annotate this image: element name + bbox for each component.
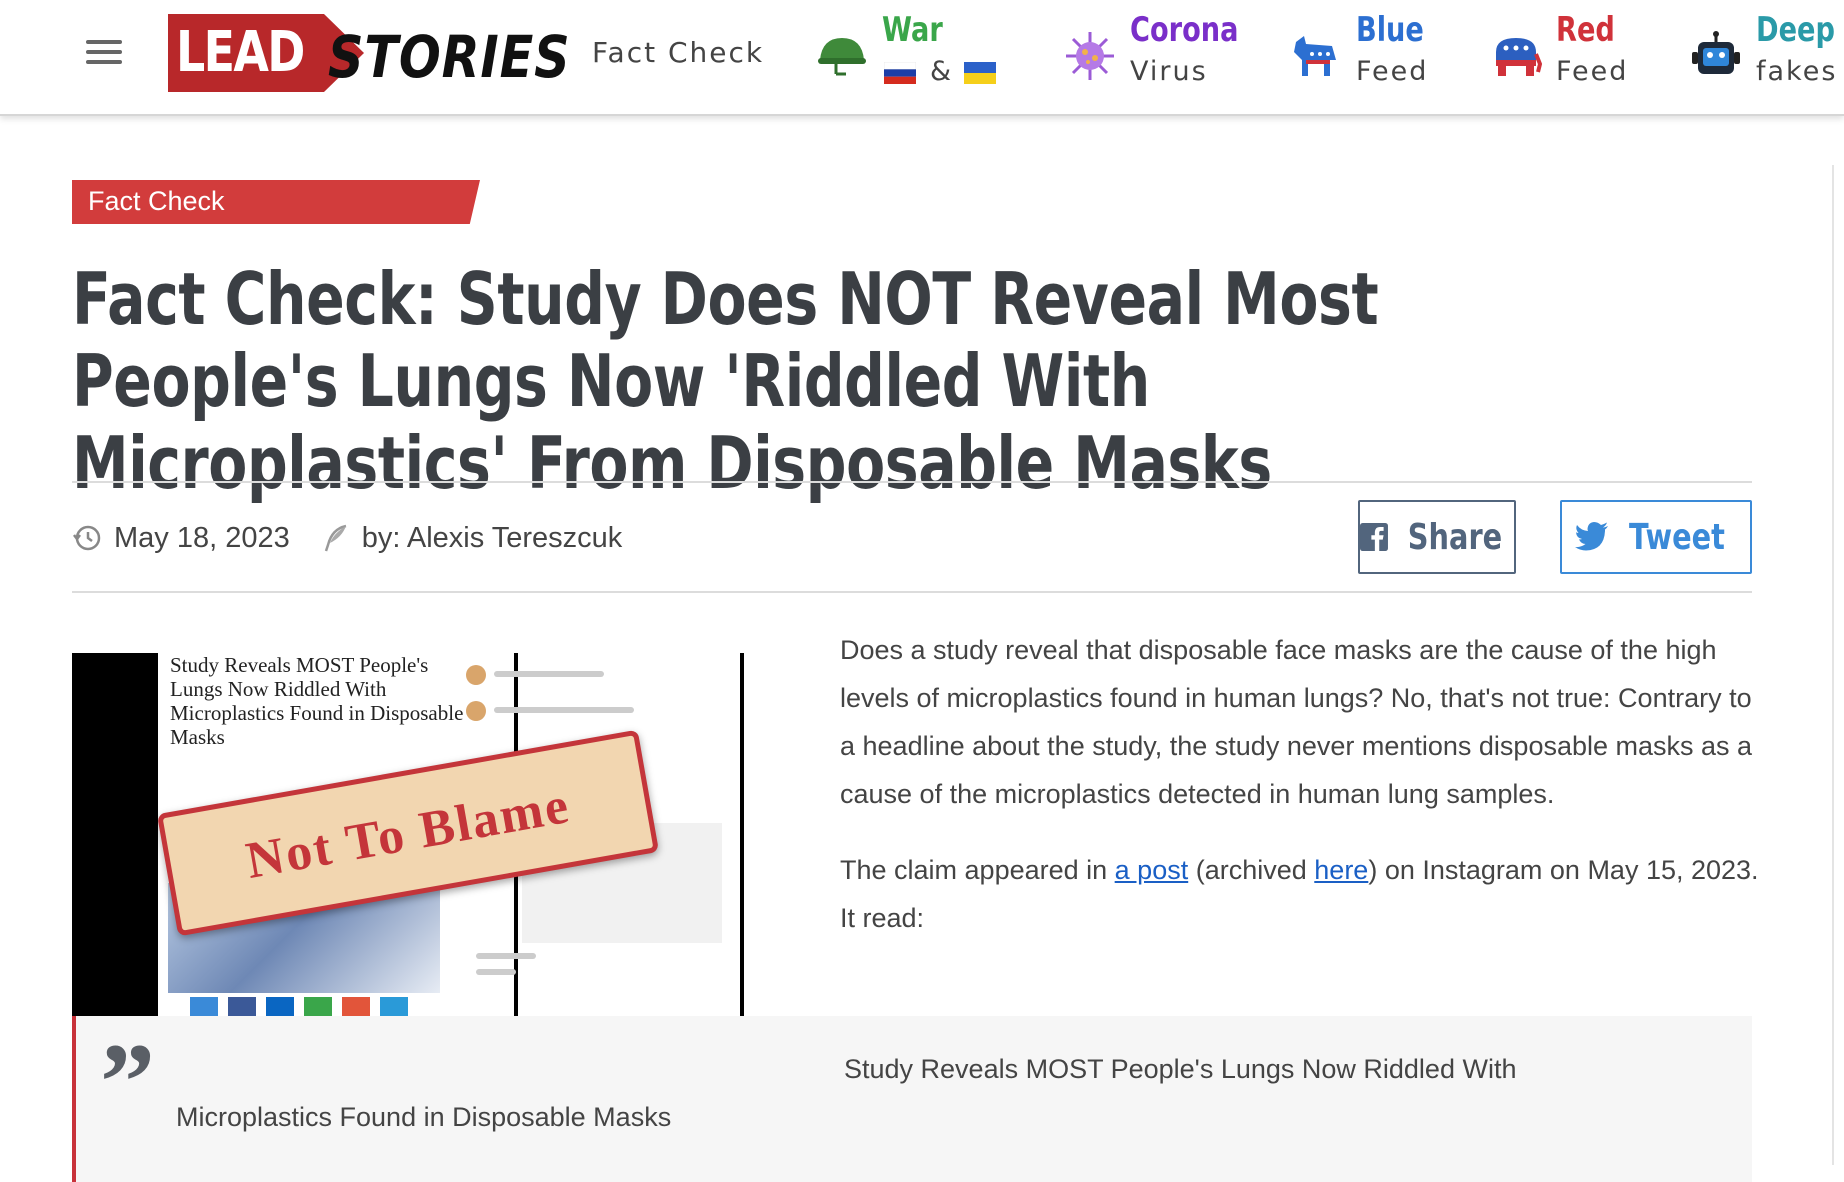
instagram-avatar bbox=[466, 665, 486, 685]
facebook-share-icon bbox=[228, 997, 256, 1016]
scrollbar[interactable] bbox=[1832, 165, 1844, 1165]
share-label: Share bbox=[1407, 516, 1503, 558]
quote-text-line: Microplastics Found in Disposable Masks bbox=[176, 1102, 672, 1132]
paragraph-claim: The claim appeared in a post (archived h… bbox=[840, 855, 1759, 933]
nav-fact-check[interactable]: Fact Check bbox=[592, 36, 764, 69]
publish-date: May 18, 2023 bbox=[114, 521, 290, 554]
nav-war-sub: & bbox=[930, 56, 954, 87]
nav-deepfakes[interactable]: Deep fakes bbox=[1690, 8, 1840, 98]
email-share-icon bbox=[304, 997, 332, 1016]
quote-mark-icon: ” bbox=[100, 1021, 155, 1143]
nav-red-title: Red bbox=[1556, 10, 1615, 50]
nav-deep-sub: fakes bbox=[1756, 56, 1838, 87]
republican-elephant-icon bbox=[1496, 38, 1542, 76]
reddit-share-icon bbox=[342, 997, 370, 1016]
democrat-donkey-icon bbox=[1294, 36, 1336, 76]
nav-corona-sub: Virus bbox=[1130, 56, 1208, 87]
nav-blue-feed[interactable]: Blue Feed bbox=[1290, 8, 1440, 98]
nav-deep-title: Deep bbox=[1756, 10, 1835, 50]
stamp-text: Not To Blame bbox=[241, 776, 575, 890]
twitter-tweet-button[interactable]: Tweet bbox=[1560, 500, 1752, 574]
site-header: LEAD STORIES Fact Check War & Corona Vir… bbox=[0, 0, 1844, 116]
nav-red-sub: Feed bbox=[1556, 56, 1629, 87]
robot-icon bbox=[1692, 31, 1740, 74]
nav-blue-title: Blue bbox=[1356, 10, 1424, 50]
menu-icon[interactable] bbox=[86, 40, 122, 68]
nav-corona-virus[interactable]: Corona Virus bbox=[1064, 8, 1244, 98]
facebook-share-button[interactable]: Share bbox=[1358, 500, 1516, 574]
divider bbox=[72, 481, 1752, 483]
article-body: Does a study reveal that disposable face… bbox=[840, 626, 1760, 970]
post-link[interactable]: a post bbox=[1115, 855, 1189, 885]
nav-red-feed[interactable]: Red Feed bbox=[1490, 8, 1640, 98]
facebook-icon bbox=[1360, 523, 1388, 551]
russia-flag-icon bbox=[884, 62, 916, 84]
category-tag-label: Fact Check bbox=[88, 186, 225, 216]
feather-pen-icon bbox=[324, 524, 347, 552]
paragraph-intro: Does a study reveal that disposable face… bbox=[840, 635, 1753, 809]
instagram-avatar bbox=[466, 701, 486, 721]
lead-stories-logo[interactable]: LEAD STORIES bbox=[168, 10, 570, 92]
nav-corona-title: Corona bbox=[1130, 10, 1239, 50]
archive-link[interactable]: here bbox=[1314, 855, 1368, 885]
divider bbox=[72, 591, 1752, 593]
category-tag[interactable]: Fact Check bbox=[72, 180, 480, 224]
tweet-label: Tweet bbox=[1629, 516, 1725, 558]
ukraine-flag-icon bbox=[964, 62, 996, 84]
logo-stories-text: STORIES bbox=[328, 23, 571, 91]
twitter-bird-icon bbox=[1575, 522, 1609, 551]
nav-war[interactable]: War & bbox=[816, 8, 1006, 98]
author-byline[interactable]: by: Alexis Tereszcuk bbox=[362, 522, 623, 555]
article-meta: May 18, 2023 by: Alexis Tereszcuk bbox=[72, 518, 622, 558]
image-mock-headline: Study Reveals MOST People's Lungs Now Ri… bbox=[170, 653, 464, 749]
nav-war-title: War bbox=[882, 10, 943, 50]
history-clock-icon bbox=[73, 525, 101, 551]
article-title: Fact Check: Study Does NOT Reveal Most P… bbox=[72, 257, 1379, 505]
logo-lead-text: LEAD bbox=[176, 20, 305, 85]
telegram-share-icon bbox=[380, 997, 408, 1016]
virus-icon bbox=[1066, 32, 1114, 80]
nav-blue-sub: Feed bbox=[1356, 56, 1429, 87]
featured-image[interactable]: Study Reveals MOST People's Lungs Now Ri… bbox=[72, 653, 744, 1016]
twitter-share-icon bbox=[190, 997, 218, 1016]
linkedin-share-icon bbox=[266, 997, 294, 1016]
blockquote: ” Study Reveals MOST People's Lungs Now … bbox=[72, 1016, 1752, 1182]
quote-text-line: Study Reveals MOST People's Lungs Now Ri… bbox=[844, 1054, 1517, 1084]
military-helmet-icon bbox=[818, 38, 866, 76]
